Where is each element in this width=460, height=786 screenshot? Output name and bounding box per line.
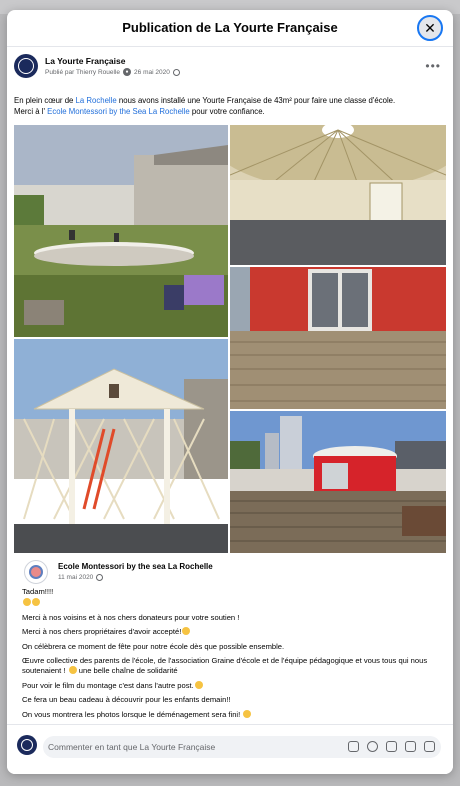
avatar-sticker-icon[interactable] — [348, 741, 359, 752]
comment-line: Ce fera un beau cadeau à découvrir pour … — [22, 695, 231, 704]
photo-red-yurt-door-deck[interactable] — [230, 267, 446, 409]
smile-emoji-icon — [68, 666, 77, 674]
composer-avatar — [17, 735, 37, 755]
comment-line: Tadam!!!! — [22, 587, 54, 596]
photo-platform-construction[interactable] — [14, 125, 228, 337]
globe-icon — [96, 574, 104, 581]
comment-line: On célèbrera ce moment de fête pour notr… — [22, 641, 285, 651]
post-text-part: En plein cœur de — [14, 96, 76, 105]
comment-line: Pour voir le film du montage c'est dans … — [22, 680, 194, 690]
link-ecole-montessori[interactable]: Ecole Montessori by the Sea La Rochelle — [47, 107, 190, 116]
smile-emoji-icon — [243, 709, 252, 718]
photo-yurt-frame-scaffolding[interactable] — [14, 339, 228, 553]
post-text-part: pour votre confiance. — [189, 107, 265, 116]
comment-input[interactable]: Commenter en tant que La Yourte Français… — [43, 736, 441, 758]
gif-icon[interactable] — [405, 741, 416, 752]
post-text-part: Merci à l' — [14, 107, 48, 116]
comment-avatar[interactable] — [24, 560, 48, 584]
dialog-title: Publication de La Yourte Française — [122, 20, 338, 35]
close-icon: ✕ — [424, 19, 436, 36]
comment-line: Merci à nos voisins et à nos chers donat… — [22, 612, 240, 622]
comment: Ecole Montessori by the sea La Rochelle … — [14, 557, 446, 737]
close-button[interactable]: ✕ — [417, 15, 443, 41]
page-avatar[interactable] — [14, 54, 38, 78]
smile-emoji-icon — [32, 598, 40, 606]
photo-red-yurt-exterior[interactable] — [230, 411, 446, 553]
link-la-rochelle[interactable]: La Rochelle — [76, 96, 117, 105]
more-options-icon: ••• — [425, 59, 441, 73]
post-dialog: Publication de La Yourte Française ✕ La … — [7, 10, 453, 774]
dialog-header: Publication de La Yourte Française ✕ — [7, 10, 453, 47]
comment-line: On vous montrera les photos lorsque le d… — [22, 709, 241, 719]
comment-line: Merci à nos chers propriétaires d'avoir … — [22, 627, 182, 636]
author-dot-icon: ● — [123, 68, 132, 76]
comment-placeholder: Commenter en tant que La Yourte Français… — [48, 742, 216, 752]
comment-author[interactable]: Ecole Montessori by the sea La Rochelle — [58, 562, 213, 571]
smile-emoji-icon — [194, 680, 203, 689]
photo-grid — [14, 125, 446, 553]
post-text-part: nous avons installé une Yourte Française… — [116, 96, 396, 105]
more-options-button[interactable]: ••• — [425, 59, 441, 73]
comment-meta: 11 mai 2020 — [58, 574, 104, 581]
post-meta: Publié par Thierry Rouelle ● 26 mai 2020 — [45, 68, 180, 76]
smile-emoji-icon — [182, 627, 191, 635]
globe-icon — [172, 68, 180, 76]
comment-composer: Commenter en tant que La Yourte Français… — [7, 724, 453, 774]
posted-by: Publié par Thierry Rouelle — [45, 68, 121, 76]
comment-body: Tadam!!!! Merci à nos voisins et à nos c… — [22, 587, 442, 724]
comment-date[interactable]: 11 mai 2020 — [58, 574, 93, 581]
clap-emoji-icon — [23, 598, 31, 606]
camera-icon[interactable] — [386, 741, 397, 752]
post-author[interactable]: La Yourte Française — [45, 56, 125, 66]
composer-icons — [348, 741, 435, 752]
comment-line: une belle chaîne de solidarité — [78, 666, 178, 675]
post-text: En plein cœur de La Rochelle nous avons … — [14, 95, 446, 117]
sticker-icon[interactable] — [424, 741, 435, 752]
post-date[interactable]: 26 mai 2020 — [134, 69, 170, 76]
emoji-icon[interactable] — [367, 741, 378, 752]
photo-yurt-interior[interactable] — [230, 125, 446, 265]
